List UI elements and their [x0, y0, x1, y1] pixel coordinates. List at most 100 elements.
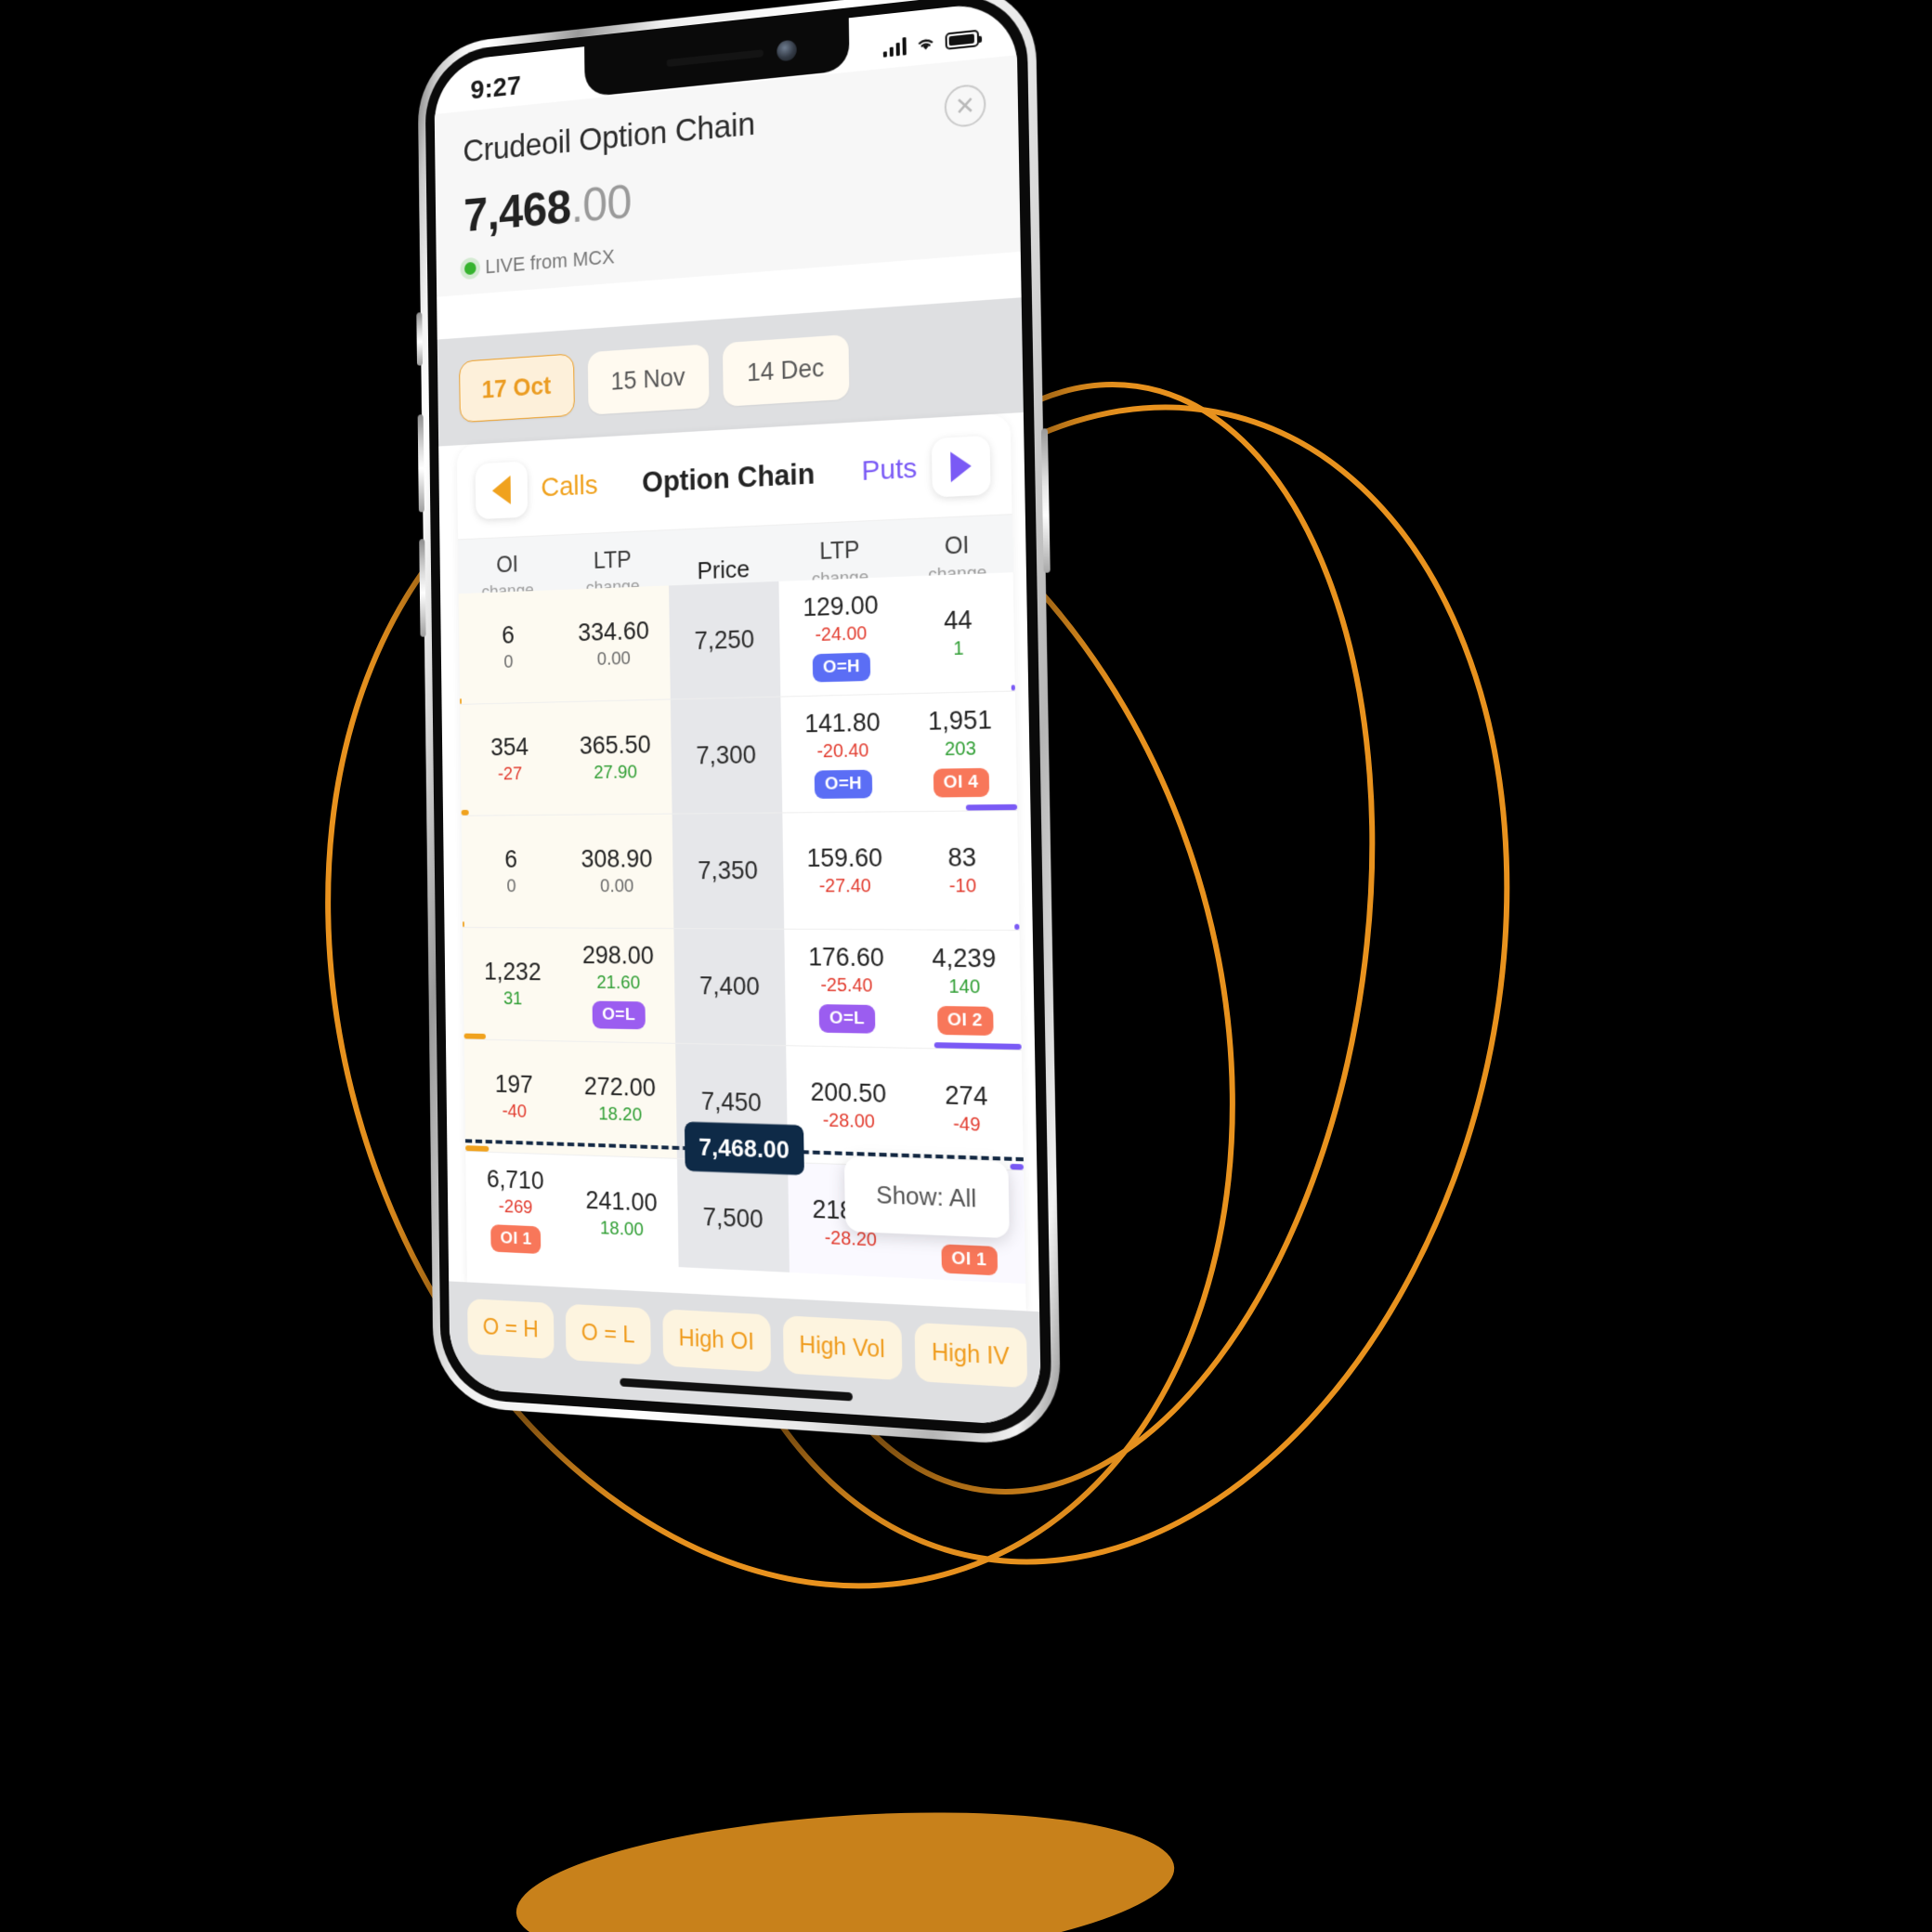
col-label: LTP [593, 546, 632, 574]
power-button[interactable] [1040, 428, 1051, 573]
next-puts-button[interactable] [931, 435, 991, 498]
table-row[interactable]: 6 0 334.60 0.00 7,250 129.00 -24.00 O=H 44 1 [458, 572, 1015, 705]
filter-o-equals-h[interactable]: O = H [467, 1298, 555, 1359]
table-row[interactable]: 197 -40 272.00 18.20 7,450 200.50 -28.00 274 -49 [463, 1039, 1025, 1171]
expiry-tabs: 17 Oct 15 Nov 14 Dec [437, 297, 1024, 447]
call-oi-value: 6,710 [486, 1165, 544, 1195]
strike-price-cell[interactable]: 7,550 [678, 1274, 791, 1285]
strike-price-cell[interactable]: 7,300 [671, 697, 783, 814]
option-chain-rows[interactable]: 6 0 334.60 0.00 7,250 129.00 -24.00 O=H 44 1 354 -2… [458, 572, 1026, 1285]
strike-price-cell[interactable]: 7,500 [677, 1158, 790, 1279]
call-oi-rank-badge: OI 1 [490, 1224, 542, 1255]
strike-price-value: 7,300 [696, 740, 757, 770]
table-row[interactable]: 472-113221.9013.407,550249.90-28.50O=H14… [466, 1263, 1026, 1285]
put-oi-bar [1010, 1163, 1025, 1170]
call-ltp-cell[interactable]: 298.00 21.60 O=L [561, 928, 676, 1043]
volume-down-button[interactable] [419, 539, 426, 637]
filter-high-oi[interactable]: High OI [662, 1308, 771, 1372]
strike-price-value: 7,250 [694, 625, 755, 655]
strike-price-value: 7,450 [700, 1087, 763, 1117]
col-label: OI [944, 531, 970, 560]
call-oi-change: -269 [498, 1196, 533, 1219]
put-ltp-cell[interactable]: 249.90-28.50O=H [789, 1279, 917, 1285]
put-oi-value: 1,951 [927, 705, 993, 736]
put-ltp-cell[interactable]: 218.60-28.20 [787, 1162, 915, 1285]
col-put-oi[interactable]: OI change [902, 530, 1013, 587]
put-oi-bar [933, 1042, 1022, 1051]
call-ltp-value: 272.00 [583, 1072, 657, 1103]
wifi-icon [914, 34, 936, 54]
call-ltp-value: 308.90 [581, 844, 653, 873]
floor-shadow-ellipse [511, 1793, 1180, 1932]
filter-o-equals-l[interactable]: O = L [565, 1303, 651, 1365]
put-ltp-value: 129.00 [803, 591, 879, 622]
call-oi-cell[interactable]: 6,710 -269 OI 1 [465, 1151, 567, 1269]
table-row[interactable]: 6,710-269 OI 1 241.0018.00 7,500 218.60-28.2… [465, 1151, 1026, 1285]
call-oi-cell[interactable]: 472-113 [466, 1263, 568, 1285]
call-ltp-cell[interactable]: 272.00 18.20 [563, 1041, 678, 1158]
put-oi-cell[interactable]: 6,58982 OI 1 [912, 1167, 1026, 1285]
call-ltp-cell[interactable]: 365.50 27.90 [558, 699, 672, 815]
put-oi-bar [1014, 923, 1020, 930]
table-row[interactable]: 6 0 308.90 0.00 7,350 159.60 -27.40 83 -10 [461, 811, 1020, 932]
call-oi-value: 6 [504, 845, 518, 873]
phone-mockup: 9:27 Crudeoil Option Chain ✕ 7,468.00 LI… [399, 0, 1062, 1448]
table-row[interactable]: 1,232 31 298.00 21.60 O=L 7,400 176.60 -25.40 O=… [463, 927, 1022, 1051]
put-ltp-cell[interactable]: 159.60 -27.40 [782, 812, 908, 930]
strike-price-value: 7,350 [698, 856, 759, 885]
call-ltp-change: 0.00 [599, 876, 634, 897]
col-label: Price [697, 555, 751, 585]
call-ltp-change: 18.20 [598, 1103, 643, 1126]
put-ltp-value: 159.60 [806, 843, 883, 873]
call-ltp-cell[interactable]: 308.90 0.00 [560, 814, 674, 929]
call-oi-cell[interactable]: 60 [461, 815, 562, 928]
close-icon[interactable]: ✕ [944, 83, 986, 129]
call-oi-cell[interactable]: 1,232 31 [463, 927, 564, 1041]
strike-price-cell[interactable]: 7,350 [672, 813, 785, 929]
call-ltp-cell[interactable]: 334.60 0.00 [557, 585, 672, 702]
call-oi-cell[interactable]: 60 [458, 590, 559, 704]
live-dot-icon [463, 261, 476, 276]
filter-high-iv[interactable]: High IV [914, 1322, 1027, 1388]
put-oi-rank-badge: OI 1 [940, 1244, 998, 1276]
put-oi-value: 6,589 [936, 1181, 1000, 1214]
call-ltp-cell[interactable]: 241.00 18.00 [565, 1155, 679, 1274]
call-oi-bar [463, 921, 465, 927]
strike-price-cell[interactable]: 7,250 [669, 581, 781, 699]
call-open-equals-badge: O=L [592, 1000, 646, 1030]
put-ltp-cell[interactable]: 200.50 -28.00 [786, 1046, 913, 1167]
battery-icon [945, 29, 980, 50]
mute-switch[interactable] [416, 312, 424, 366]
call-ltp-change: 27.90 [594, 762, 637, 783]
expiry-tab-2[interactable]: 14 Dec [722, 333, 850, 407]
signal-bars-icon [882, 36, 907, 58]
call-oi-bar [465, 1145, 490, 1152]
put-oi-cell[interactable]: 44 1 [902, 572, 1015, 694]
put-oi-cell[interactable]: 1,951 203 OI 4 [904, 691, 1018, 812]
put-oi-cell[interactable]: 4,239 140 OI 2 [907, 930, 1022, 1051]
put-ltp-change: -27.40 [818, 875, 871, 897]
triangle-right-icon [950, 450, 973, 482]
call-ltp-value: 365.50 [579, 730, 651, 760]
put-oi-cell[interactable]: 274 -49 [909, 1048, 1025, 1170]
strike-price-value: 7,500 [702, 1202, 764, 1234]
col-sublabel: change [902, 562, 1013, 587]
table-row[interactable]: 354 -27 365.50 27.90 7,300 141.80 -20.40 O=H 1,9… [460, 691, 1018, 816]
call-oi-change: 0 [503, 652, 514, 672]
col-put-ltp[interactable]: LTP change [778, 535, 903, 592]
volume-up-button[interactable] [417, 414, 425, 513]
call-ltp-change: 21.60 [596, 973, 641, 994]
put-oi-bar [914, 1279, 1026, 1285]
put-oi-change: 82 [958, 1215, 979, 1238]
strike-price-cell[interactable]: 7,400 [673, 929, 787, 1046]
call-oi-cell[interactable]: 354 -27 [460, 702, 561, 816]
put-ltp-change: -25.40 [820, 974, 873, 997]
show-filter-chip[interactable]: Show: All [843, 1155, 1010, 1239]
prev-calls-button[interactable] [475, 460, 529, 519]
call-oi-cell[interactable]: 197 -40 [463, 1039, 566, 1155]
put-oi-cell[interactable]: 83 -10 [906, 811, 1020, 930]
expiry-tab-0[interactable]: 17 Oct [459, 352, 575, 423]
call-ltp-cell[interactable]: 221.9013.40 [566, 1269, 681, 1285]
expiry-tab-1[interactable]: 15 Nov [587, 343, 710, 415]
put-open-equals-badge: O=L [818, 1004, 876, 1034]
